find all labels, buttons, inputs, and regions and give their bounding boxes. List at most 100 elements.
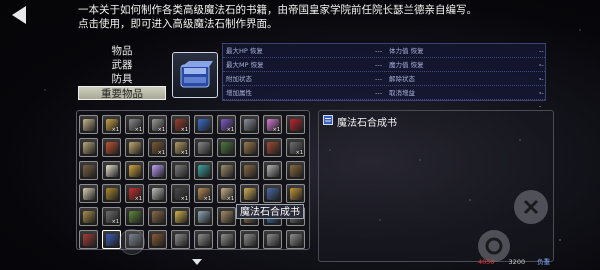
inventory-slot[interactable] bbox=[194, 115, 213, 134]
inventory-slot[interactable] bbox=[79, 115, 98, 134]
inventory-slot[interactable] bbox=[194, 138, 213, 157]
inventory-slot[interactable] bbox=[194, 207, 213, 226]
inventory-slot[interactable] bbox=[217, 207, 236, 226]
inventory-slot[interactable] bbox=[286, 184, 305, 203]
magic-stone-book-icon bbox=[106, 234, 118, 246]
inventory-slot[interactable]: ×1 bbox=[171, 138, 190, 157]
slot-quantity: ×1 bbox=[134, 127, 142, 133]
close-icon bbox=[523, 199, 539, 215]
stat-row: 最大HP 恢复 --- 体力值 恢复 --- bbox=[223, 45, 545, 68]
book-stack-icon bbox=[244, 234, 256, 246]
inventory-slot[interactable] bbox=[102, 138, 121, 157]
inventory-slot[interactable] bbox=[263, 138, 282, 157]
inventory-slot[interactable] bbox=[125, 161, 144, 180]
inventory-slot[interactable]: ×1 bbox=[194, 184, 213, 203]
inventory-slot[interactable] bbox=[263, 161, 282, 180]
inventory-slot[interactable] bbox=[194, 230, 213, 249]
inventory-slot[interactable] bbox=[217, 230, 236, 249]
slot-quantity: ×1 bbox=[134, 196, 142, 202]
relic-icon bbox=[221, 211, 233, 223]
close-button[interactable] bbox=[514, 190, 548, 224]
inventory-slot[interactable]: ×1 bbox=[102, 115, 121, 134]
inventory-slot[interactable] bbox=[240, 138, 259, 157]
inventory-slot[interactable] bbox=[240, 161, 259, 180]
category-weapons[interactable]: 武器 bbox=[78, 58, 166, 72]
inventory-slot[interactable]: ×1 bbox=[102, 207, 121, 226]
inventory-slot[interactable] bbox=[171, 230, 190, 249]
inventory-slot[interactable] bbox=[171, 207, 190, 226]
inventory-slot[interactable]: ×1 bbox=[148, 138, 167, 157]
dagger-icon bbox=[198, 142, 210, 154]
stat-label: 魔力值 恢复 bbox=[389, 61, 424, 69]
stat-label: 解除状态 bbox=[389, 75, 415, 83]
inventory-slot[interactable] bbox=[286, 230, 305, 249]
ring-icon bbox=[83, 211, 95, 223]
inventory-slot[interactable] bbox=[148, 230, 167, 249]
inventory-slot[interactable] bbox=[102, 161, 121, 180]
candle-icon bbox=[106, 165, 118, 177]
scroll-left-button[interactable] bbox=[119, 229, 145, 255]
slot-quantity: ×1 bbox=[157, 127, 165, 133]
inventory-slot[interactable]: ×1 bbox=[125, 184, 144, 203]
inventory-slot[interactable] bbox=[286, 115, 305, 134]
inventory-slot[interactable]: ×1 bbox=[171, 115, 190, 134]
inventory-slot[interactable] bbox=[102, 184, 121, 203]
inventory-slot[interactable] bbox=[263, 230, 282, 249]
slot-quantity: ×1 bbox=[111, 127, 119, 133]
stat-value: --- bbox=[375, 61, 383, 69]
inventory-slot[interactable] bbox=[194, 161, 213, 180]
inventory-slot[interactable] bbox=[125, 207, 144, 226]
scroll-icon bbox=[83, 119, 95, 131]
inventory-slot[interactable] bbox=[79, 138, 98, 157]
book-stack-icon bbox=[198, 234, 210, 246]
inventory-slot[interactable] bbox=[148, 207, 167, 226]
category-items[interactable]: 物品 bbox=[78, 44, 166, 58]
tome-icon bbox=[244, 119, 256, 131]
stat-value: --- bbox=[375, 89, 383, 97]
slot-quantity: ×1 bbox=[111, 219, 119, 225]
tablet-icon bbox=[221, 165, 233, 177]
inventory-slot[interactable] bbox=[79, 207, 98, 226]
crate-icon bbox=[244, 142, 256, 154]
selected-item-preview bbox=[172, 52, 218, 98]
rose-icon bbox=[290, 119, 302, 131]
back-arrow-icon[interactable] bbox=[8, 3, 32, 27]
inventory-slot[interactable] bbox=[286, 161, 305, 180]
inventory-slot[interactable] bbox=[240, 184, 259, 203]
claw-icon bbox=[175, 165, 187, 177]
inventory-slot[interactable] bbox=[171, 161, 190, 180]
inventory-slot[interactable] bbox=[79, 184, 98, 203]
stat-row: 增加属性 --- 取消增益 --- bbox=[223, 87, 545, 110]
weight-label: 负重 bbox=[537, 258, 551, 266]
category-armor[interactable]: 防具 bbox=[78, 72, 166, 86]
inventory-slot[interactable] bbox=[217, 138, 236, 157]
stat-value: --- bbox=[375, 47, 383, 55]
inventory-slot[interactable]: ×1 bbox=[217, 184, 236, 203]
slot-quantity: ×1 bbox=[157, 150, 165, 156]
inventory-grid: ×1 ×1 ×1 ×1 ×1 ×1 ×1 ×1 ×1 ×1 ×1 ×1 ×1 ×1 bbox=[76, 110, 310, 250]
inventory-slot[interactable] bbox=[148, 184, 167, 203]
stat-row: 附加状态 --- 解除状态 --- bbox=[223, 73, 545, 96]
inventory-slot[interactable] bbox=[125, 138, 144, 157]
scroll-red-icon bbox=[106, 142, 118, 154]
inventory-slot[interactable] bbox=[263, 184, 282, 203]
inventory-slot[interactable]: ×1 bbox=[171, 184, 190, 203]
bag-icon bbox=[244, 165, 256, 177]
scroll-down-arrow-icon[interactable] bbox=[192, 259, 202, 265]
inventory-slot[interactable] bbox=[217, 161, 236, 180]
inventory-slot[interactable]: ×1 bbox=[263, 115, 282, 134]
slot-quantity: ×1 bbox=[295, 150, 303, 156]
inventory-slot[interactable] bbox=[79, 230, 98, 249]
category-key-items[interactable]: 重要物品 bbox=[78, 86, 166, 100]
inventory-slot[interactable] bbox=[240, 115, 259, 134]
inventory-slot[interactable] bbox=[148, 161, 167, 180]
coin-icon bbox=[106, 188, 118, 200]
inventory-slot[interactable] bbox=[79, 161, 98, 180]
book-stack-icon bbox=[267, 234, 279, 246]
inventory-slot[interactable]: ×1 bbox=[125, 115, 144, 134]
inventory-slot[interactable]: ×1 bbox=[148, 115, 167, 134]
inventory-slot[interactable]: ×1 bbox=[286, 138, 305, 157]
inventory-slot[interactable]: ×1 bbox=[217, 115, 236, 134]
slot-quantity: ×1 bbox=[226, 196, 234, 202]
inventory-slot[interactable] bbox=[240, 230, 259, 249]
